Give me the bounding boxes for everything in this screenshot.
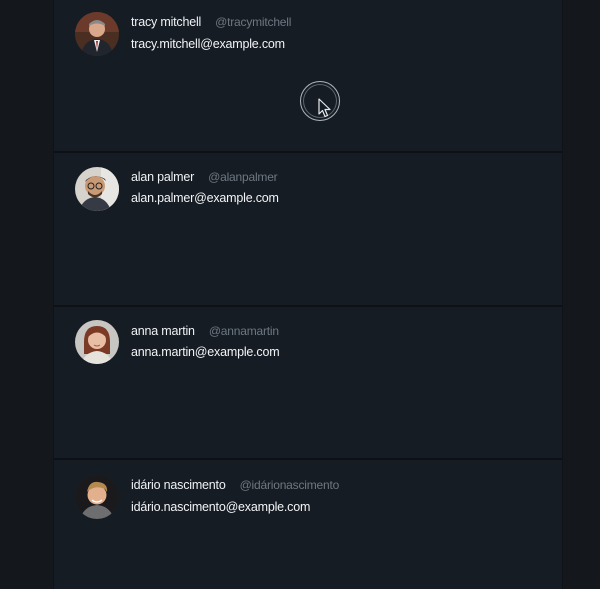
user-handle[interactable]: @alanpalmer bbox=[208, 170, 278, 184]
avatar[interactable] bbox=[75, 167, 119, 211]
user-card[interactable]: idário nascimento @idárionascimento idári… bbox=[54, 460, 562, 589]
user-name-line: tracy mitchell @tracymitchell bbox=[131, 15, 291, 29]
user-card[interactable]: alan palmer @alanpalmer alan.palmer@examp… bbox=[54, 153, 562, 307]
user-handle[interactable]: @annamartin bbox=[209, 324, 279, 338]
avatar[interactable] bbox=[75, 12, 119, 56]
user-name-line: idário nascimento @idárionascimento bbox=[131, 478, 339, 492]
user-name: alan palmer bbox=[131, 170, 195, 184]
user-handle[interactable]: @idárionascimento bbox=[240, 478, 340, 492]
user-email[interactable]: anna.martin@example.com bbox=[131, 345, 280, 359]
person-avatar-glasses-icon bbox=[75, 167, 119, 211]
user-name: idário nascimento bbox=[131, 478, 226, 492]
user-card[interactable]: anna martin @annamartin anna.martin@examp… bbox=[54, 307, 562, 460]
user-name-line: alan palmer @alanpalmer bbox=[131, 170, 278, 184]
user-card[interactable]: tracy mitchell @tracymitchell tracy.mitch… bbox=[54, 0, 562, 153]
user-name: tracy mitchell bbox=[131, 15, 202, 29]
user-email[interactable]: alan.palmer@example.com bbox=[131, 191, 279, 205]
page: tracy mitchell @tracymitchell tracy.mitch… bbox=[0, 0, 600, 589]
mouse-pointer-icon bbox=[318, 98, 331, 118]
user-email[interactable]: idário.nascimento@example.com bbox=[131, 500, 310, 514]
user-name: anna martin bbox=[131, 324, 195, 338]
person-avatar-woman-icon bbox=[75, 320, 119, 364]
user-name-line: anna martin @annamartin bbox=[131, 324, 279, 338]
user-handle[interactable]: @tracymitchell bbox=[215, 15, 291, 29]
person-avatar-man-icon bbox=[75, 475, 119, 519]
avatar[interactable] bbox=[75, 320, 119, 364]
user-list: tracy mitchell @tracymitchell tracy.mitch… bbox=[53, 0, 563, 589]
person-avatar-suit-icon bbox=[75, 12, 119, 56]
user-email[interactable]: tracy.mitchell@example.com bbox=[131, 37, 285, 51]
avatar[interactable] bbox=[75, 475, 119, 519]
